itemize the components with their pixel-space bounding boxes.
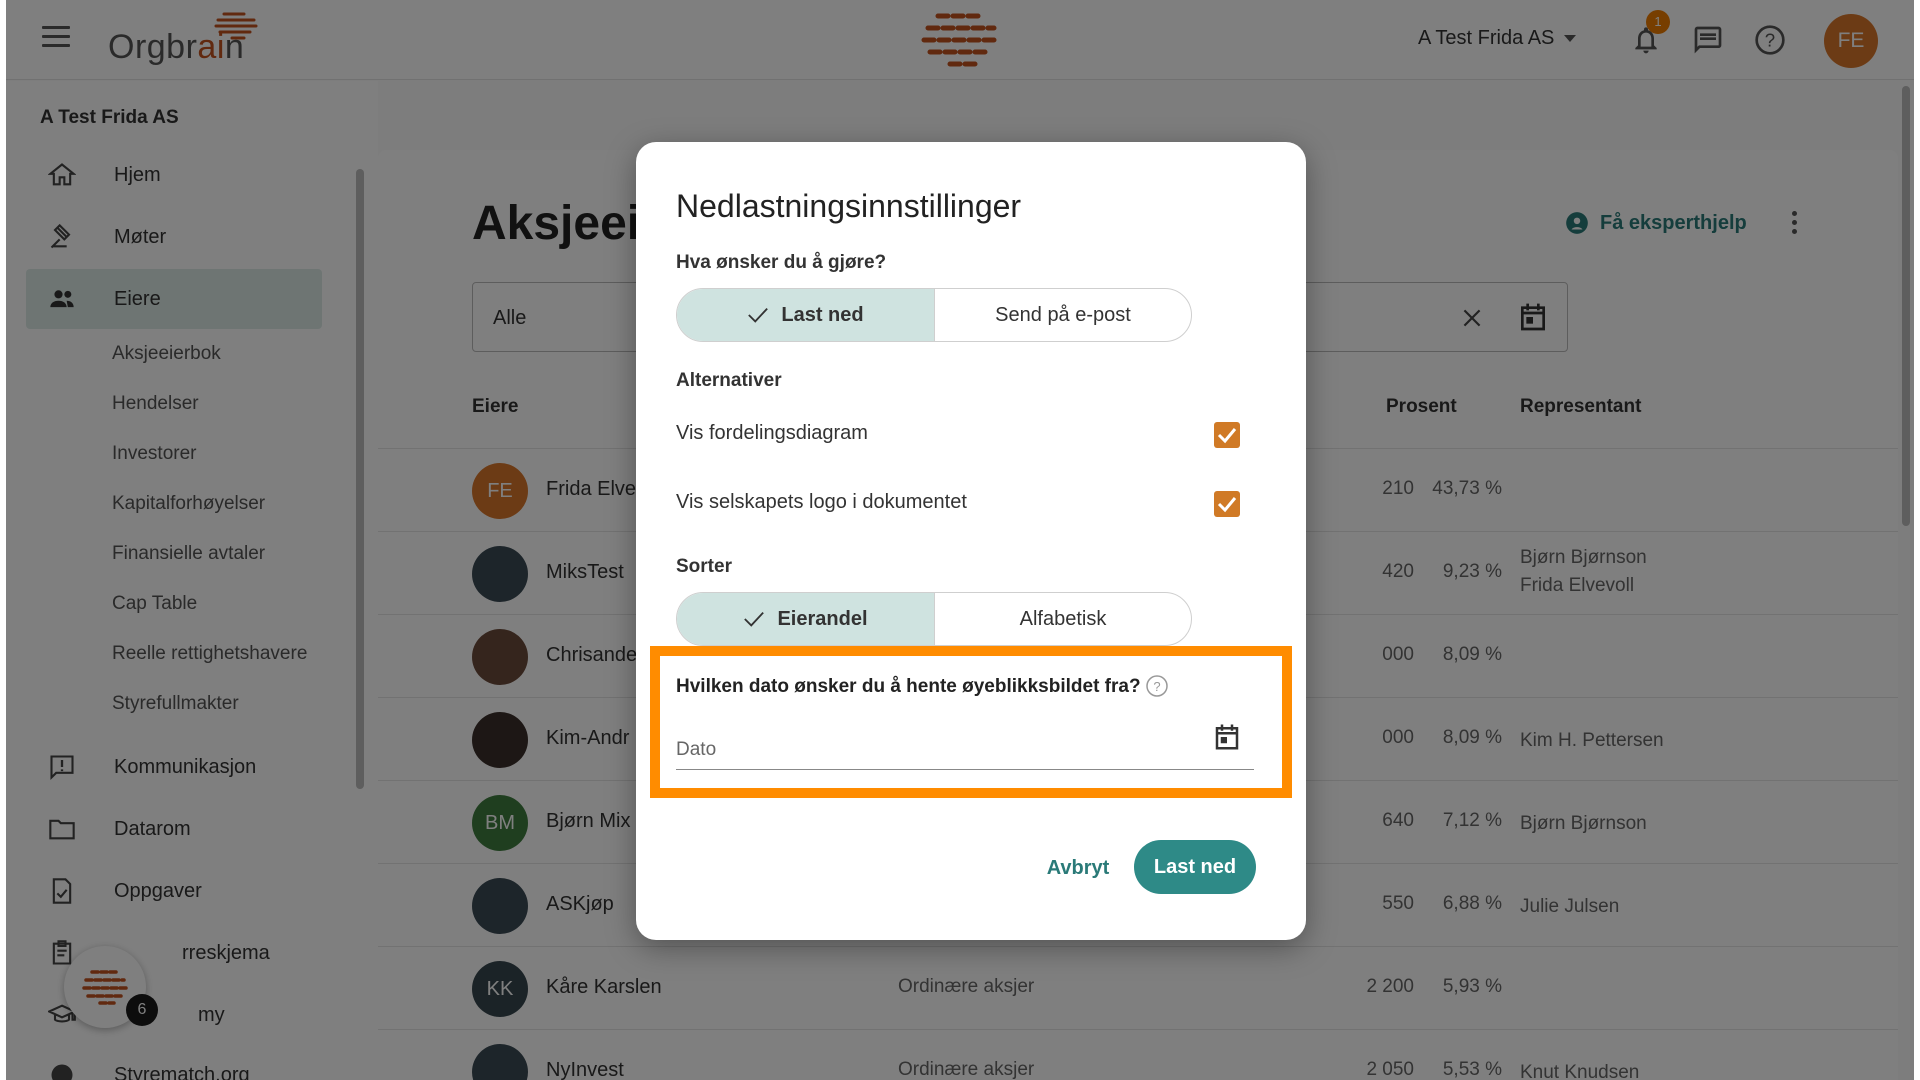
date-question: Hvilken dato ønsker du å hente øyeblikks… [676,676,1141,697]
calendar-icon[interactable] [1212,722,1242,752]
date-input[interactable] [676,708,1254,770]
dialog-foreground: Hvilken dato ønsker du å hente øyeblikks… [636,142,1306,940]
help-circle-icon[interactable]: ? [1145,674,1169,698]
cancel-button[interactable]: Avbryt [1036,846,1120,890]
svg-text:?: ? [1153,679,1160,694]
app-window: Orgbrain A Test Frida AS 1 ? FE A Test F… [6,0,1914,1080]
download-button[interactable]: Last ned [1134,840,1256,894]
